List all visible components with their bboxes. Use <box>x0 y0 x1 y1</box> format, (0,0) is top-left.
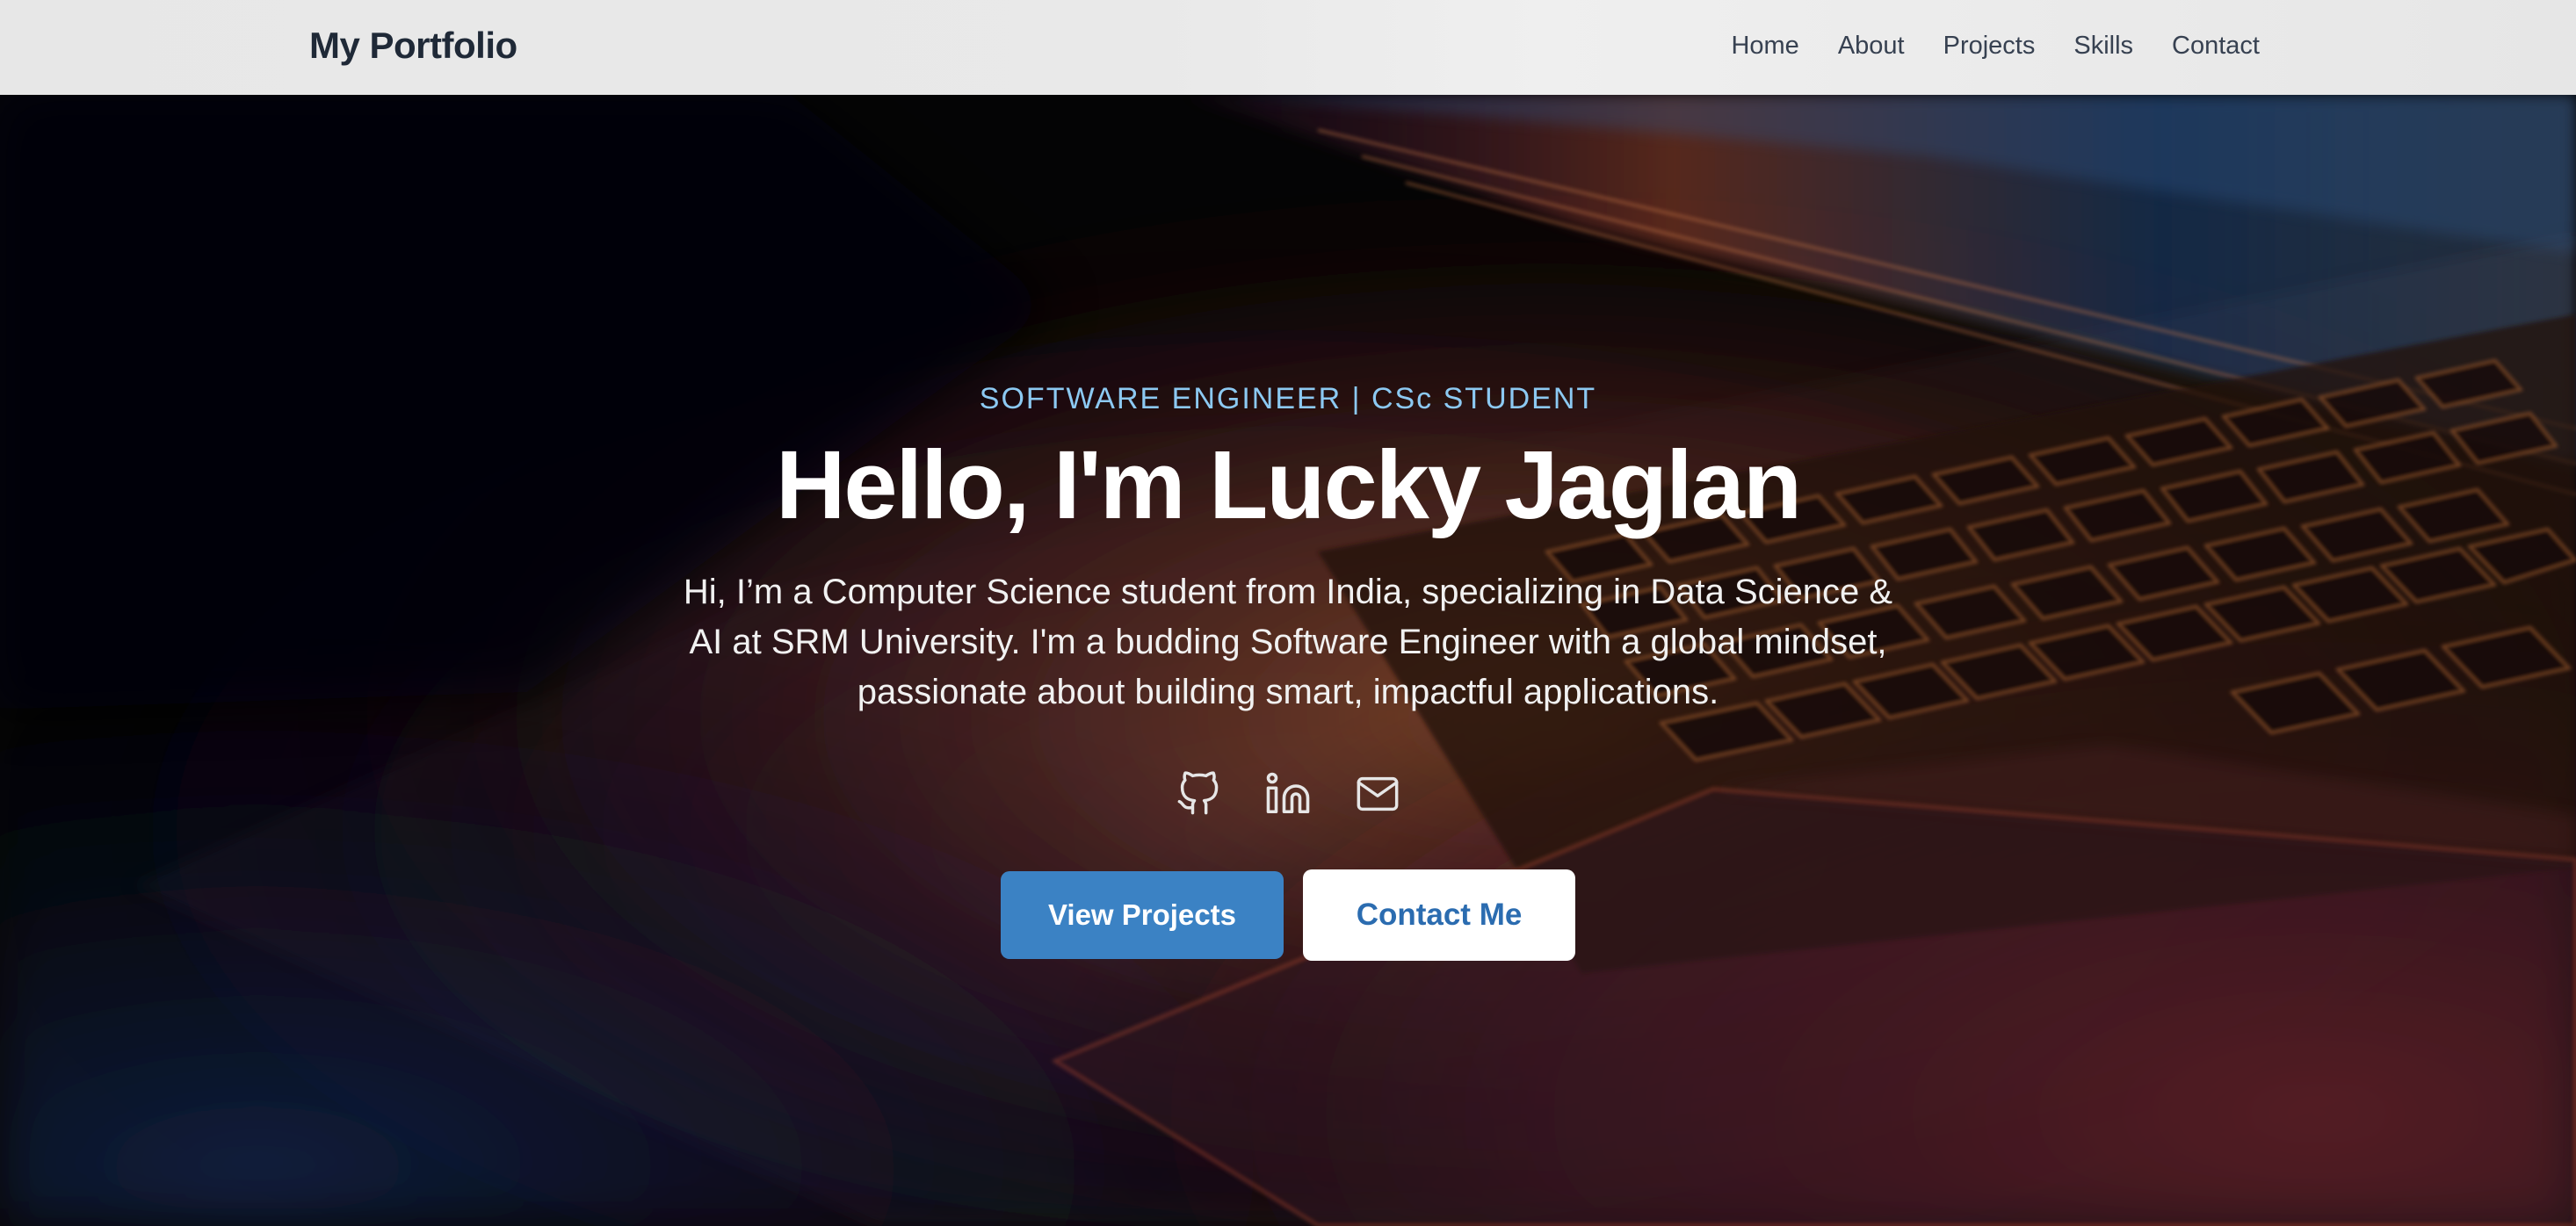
hero-section: SOFTWARE ENGINEER | CSc STUDENT Hello, I… <box>0 95 2576 1226</box>
hero-title: Hello, I'm Lucky Jaglan <box>775 431 1802 539</box>
social-links <box>0 768 2576 820</box>
brand-logo-text[interactable]: My Portfolio <box>309 21 517 70</box>
github-icon <box>1177 771 1219 815</box>
nav-link-skills[interactable]: Skills <box>2073 32 2133 61</box>
nav-link-contact[interactable]: Contact <box>2172 32 2260 61</box>
hero-tagline: SOFTWARE ENGINEER | CSc STUDENT <box>979 382 1597 415</box>
view-projects-button[interactable]: View Projects <box>1001 871 1284 959</box>
hero-description: Hi, I’m a Computer Science student from … <box>683 573 1893 711</box>
nav-link-projects[interactable]: Projects <box>1943 32 2036 61</box>
hero-buttons: View Projects Contact Me <box>0 869 2576 961</box>
nav-link-about[interactable]: About <box>1838 32 1905 61</box>
email-link[interactable] <box>1354 768 1401 820</box>
github-link[interactable] <box>1175 768 1222 820</box>
mail-icon <box>1357 776 1399 811</box>
navbar: My Portfolio Home About Projects Skills … <box>0 0 2576 95</box>
linkedin-link[interactable] <box>1264 768 1312 820</box>
nav-links: Home About Projects Skills Contact <box>1731 26 2260 65</box>
linkedin-icon <box>1266 772 1310 814</box>
nav-link-home[interactable]: Home <box>1731 32 1798 61</box>
contact-me-button[interactable]: Contact Me <box>1303 869 1575 961</box>
